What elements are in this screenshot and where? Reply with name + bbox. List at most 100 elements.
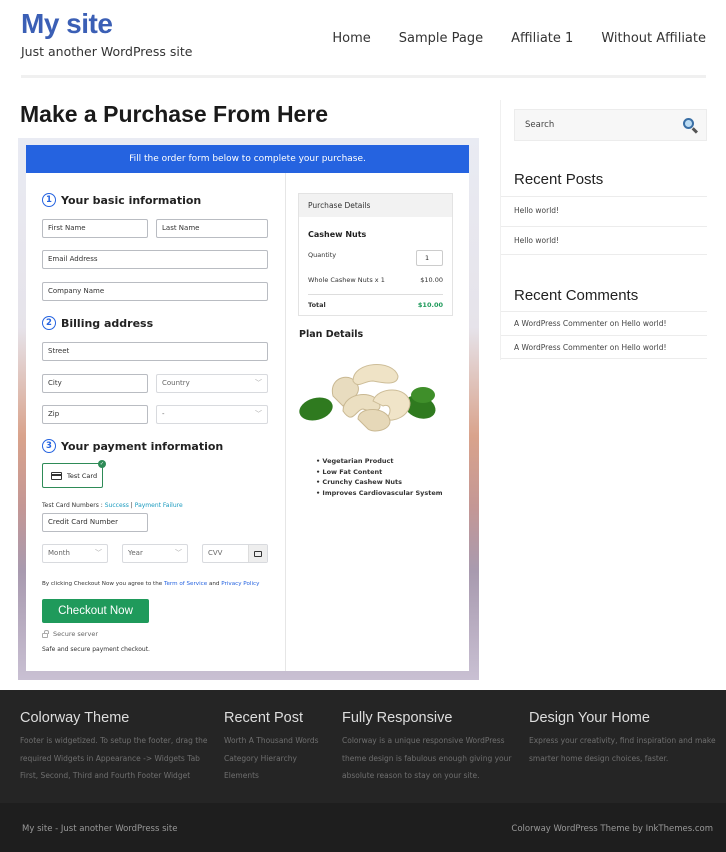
footer-col-design-home: Design Your Home Express your creativity… — [529, 710, 721, 767]
payment-failure-link[interactable]: Payment Failure — [135, 502, 183, 509]
line-item-row: Whole Cashew Nuts x 1 $10.00 — [308, 276, 443, 284]
city-input[interactable]: City — [42, 374, 148, 393]
step-number-icon: 1 — [42, 193, 56, 207]
footer-col-text: Colorway is a unique responsive WordPres… — [342, 736, 512, 780]
month-select-value: Month — [48, 549, 70, 557]
recent-comment-link[interactable]: A WordPress Commenter on Hello world! — [501, 335, 707, 359]
nav-home[interactable]: Home — [332, 31, 370, 46]
credit-card-icon — [51, 471, 62, 480]
agree-text: By clicking Checkout Now you agree to th… — [42, 581, 164, 587]
footer-col-text: Express your creativity, find inspiratio… — [529, 736, 716, 763]
email-input[interactable]: Email Address — [42, 250, 268, 269]
step-billing-address: 2 Billing address — [42, 316, 153, 330]
chevron-down-icon: ﹀ — [255, 379, 262, 387]
purchase-column: Purchase Details Cashew Nuts Quantity 1 … — [286, 173, 469, 671]
payment-method-label: Test Card — [67, 471, 98, 480]
footer-bottom-bar: My site - Just another WordPress site Co… — [0, 803, 726, 852]
checkout-form-container: Fill the order form below to complete yo… — [18, 138, 479, 680]
site-title[interactable]: My site — [21, 8, 113, 40]
checkout-now-button[interactable]: Checkout Now — [42, 599, 149, 623]
street-input[interactable]: Street — [42, 342, 268, 361]
billing-column: 1 Your basic information First Name Last… — [26, 173, 286, 671]
test-numbers-label: Test Card Numbers : — [42, 502, 105, 509]
footer-post-link[interactable]: Elements — [224, 767, 334, 785]
page-title: Make a Purchase From Here — [20, 101, 329, 127]
feature-item: Crunchy Cashew Nuts — [316, 477, 443, 488]
footer-post-link[interactable]: Worth A Thousand Words — [224, 732, 334, 750]
recent-posts-title: Recent Posts — [514, 171, 604, 188]
footer-col-text: Footer is widgetized. To setup the foote… — [20, 736, 208, 780]
safe-checkout-text: Safe and secure payment checkout. — [42, 646, 150, 653]
total-label: Total — [308, 301, 326, 309]
feature-item: Vegetarian Product — [316, 456, 443, 467]
state-select-value: - — [162, 410, 165, 418]
total-row: Total $10.00 — [308, 301, 443, 309]
nav-affiliate-1[interactable]: Affiliate 1 — [511, 31, 573, 46]
terms-link[interactable]: Term of Service — [164, 581, 207, 587]
step-basic-info: 1 Your basic information — [42, 193, 201, 207]
privacy-link[interactable]: Privacy Policy — [221, 581, 259, 587]
search-input[interactable]: Search — [514, 109, 707, 141]
secure-server: Secure server — [42, 629, 98, 638]
form-banner: Fill the order form below to complete yo… — [26, 145, 469, 173]
recent-post-link[interactable]: Hello world! — [501, 196, 707, 225]
checkout-form-card: Fill the order form below to complete yo… — [26, 145, 469, 671]
footer-col-responsive: Fully Responsive Colorway is a unique re… — [342, 710, 517, 785]
year-select[interactable]: Year ﹀ — [122, 544, 188, 563]
test-card-numbers: Test Card Numbers : Success | Payment Fa… — [42, 502, 183, 509]
product-name: Cashew Nuts — [308, 230, 367, 239]
step-label: Your payment information — [61, 439, 224, 453]
footer-col-title: Colorway Theme — [20, 710, 130, 726]
recent-comment-link[interactable]: A WordPress Commenter on Hello world! — [501, 311, 707, 335]
card-number-input[interactable]: Credit Card Number — [42, 513, 148, 532]
terms-agreement: By clicking Checkout Now you agree to th… — [42, 581, 259, 587]
country-select-value: Country — [162, 379, 190, 387]
footer-widgets: Colorway Theme Footer is widgetized. To … — [0, 690, 726, 803]
last-name-input[interactable]: Last Name — [156, 219, 268, 238]
site-header: My site Just another WordPress site Home… — [0, 0, 726, 80]
search-icon[interactable] — [683, 118, 694, 129]
quantity-input[interactable]: 1 — [416, 250, 443, 266]
search-placeholder: Search — [525, 120, 555, 130]
line-item-name: Whole Cashew Nuts x 1 — [308, 276, 385, 284]
payment-method-test-card[interactable]: Test Card ✓ — [42, 460, 106, 488]
first-name-input[interactable]: First Name — [42, 219, 148, 238]
footer-site-credit[interactable]: My site - Just another WordPress site — [22, 824, 177, 834]
success-link[interactable]: Success — [105, 502, 129, 509]
purchase-details-header: Purchase Details — [299, 194, 452, 217]
footer-col-colorway: Colorway Theme Footer is widgetized. To … — [20, 710, 215, 785]
sidebar: Search Recent Posts Hello world! Hello w… — [500, 100, 707, 360]
secure-label: Secure server — [53, 630, 98, 638]
footer-col-title: Recent Post — [224, 710, 303, 726]
zip-input[interactable]: Zip — [42, 405, 148, 424]
chevron-down-icon: ﹀ — [175, 549, 182, 557]
country-select[interactable]: Country ﹀ — [156, 374, 268, 393]
recent-comments-title: Recent Comments — [514, 287, 639, 304]
cashew-nuts-image — [299, 364, 436, 432]
footer-col-recent-post: Recent Post Worth A Thousand Words Categ… — [224, 710, 334, 785]
footer-theme-credit[interactable]: Colorway WordPress Theme by InkThemes.co… — [511, 824, 713, 834]
recent-post-link[interactable]: Hello world! — [501, 226, 707, 255]
nav-sample-page[interactable]: Sample Page — [399, 31, 483, 46]
total-value: $10.00 — [417, 301, 443, 309]
chevron-down-icon: ﹀ — [255, 410, 262, 418]
nav-without-affiliate[interactable]: Without Affiliate — [601, 31, 706, 46]
company-input[interactable]: Company Name — [42, 282, 268, 301]
state-select[interactable]: - ﹀ — [156, 405, 268, 424]
lock-icon — [42, 629, 49, 638]
agree-and: and — [207, 581, 222, 587]
check-icon: ✓ — [98, 460, 106, 468]
feature-item: Improves Cardiovascular System — [316, 488, 442, 499]
plan-features-list: Vegetarian Product Low Fat Content Crunc… — [316, 456, 443, 499]
month-select[interactable]: Month ﹀ — [42, 544, 108, 563]
line-item-price: $10.00 — [420, 276, 443, 284]
cvv-placeholder: CVV — [208, 549, 223, 557]
cvv-input[interactable]: CVV — [202, 544, 268, 563]
header-divider — [21, 75, 706, 78]
purchase-details-box: Purchase Details Cashew Nuts Quantity 1 … — [298, 193, 453, 316]
site-tagline: Just another WordPress site — [21, 44, 193, 59]
card-icon — [248, 545, 267, 562]
footer-post-link[interactable]: Category Hierarchy — [224, 750, 334, 768]
step-label: Billing address — [61, 316, 154, 330]
step-label: Your basic information — [61, 193, 202, 207]
